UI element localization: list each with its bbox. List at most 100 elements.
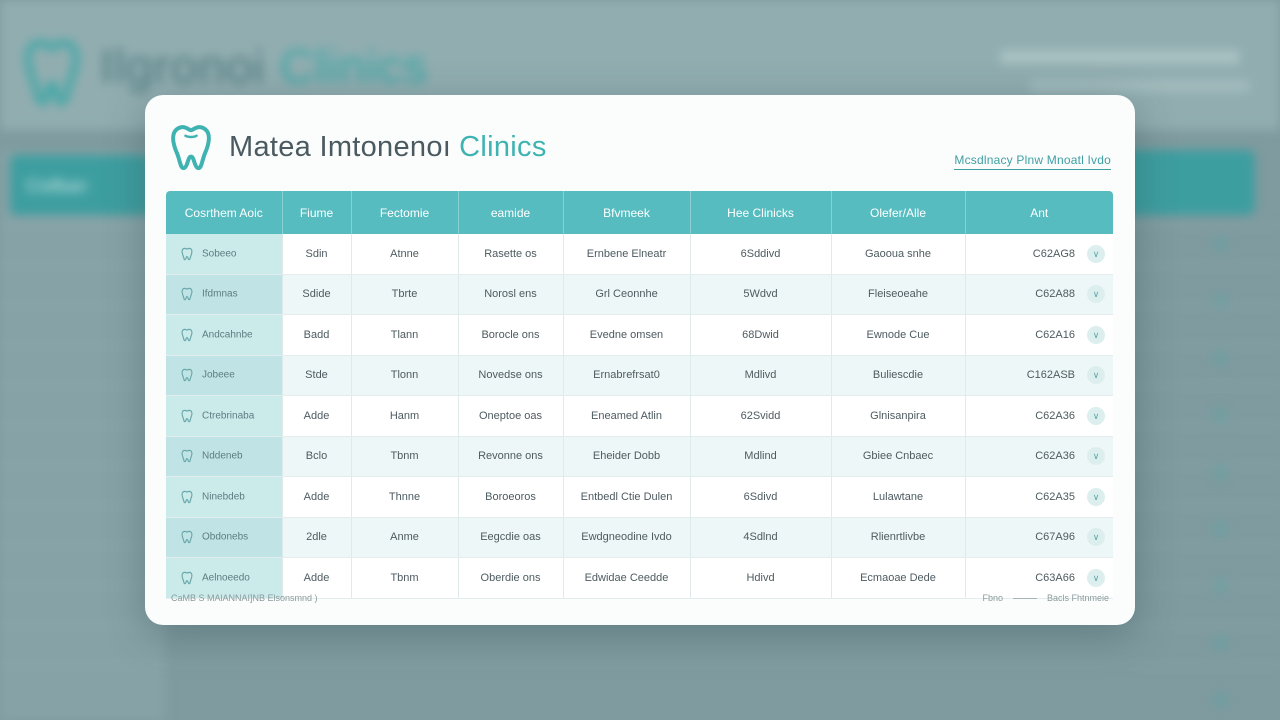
table-cell: 6Sddivd [690, 234, 832, 275]
row-name-cell: Sobeeo [166, 234, 283, 275]
background-row-dot [1212, 635, 1228, 651]
table-row[interactable]: Aelnoeedo Adde Tbnm Oberdie ons Edwidae Ceed… [166, 557, 1113, 599]
brand-title: Matea Imtonenoı [229, 130, 452, 163]
table-cell: Grl Ceonnhe [563, 274, 691, 315]
tooth-icon [180, 490, 194, 504]
table-cell: Norosl ens [458, 274, 564, 315]
table-cell: Novedse ons [458, 355, 564, 396]
table-cell: Glnisanpira [831, 395, 966, 437]
amount-text: C63A66 [1035, 571, 1075, 584]
column-header[interactable]: Olefer/Alle [831, 191, 966, 234]
background-row-line [0, 665, 1280, 666]
tooth-icon [180, 247, 194, 261]
table-cell: Adde [282, 476, 352, 518]
table-header: Cosrthem Aoic Fiume Fectomie eamide Bfvmeek H… [166, 191, 1113, 234]
row-name-text: Andcahnbe [202, 329, 253, 341]
amount-cell: C62A36 ∨ [965, 436, 1113, 477]
footer-right-text[interactable]: Bacls Fhtnmeie [1047, 593, 1109, 603]
table-row[interactable]: Ctrebrinaba Adde Hanm Oneptoe oas Eneamed At… [166, 395, 1113, 437]
row-name-text: Ifdmnas [202, 288, 238, 300]
table-row[interactable]: Sobeeo Sdin Atnne Rasette os Ernbene Elneatr… [166, 234, 1113, 275]
table-cell: Borocle ons [458, 314, 564, 356]
row-name-text: Jobeee [202, 369, 235, 381]
table-cell: Hdivd [690, 557, 832, 599]
amount-text: C62A36 [1035, 450, 1075, 463]
table-cell: Tbnm [351, 557, 459, 599]
column-header[interactable]: Hee Clinicks [690, 191, 832, 234]
amount-text: C67A96 [1035, 531, 1075, 544]
footer-mid-text[interactable]: Fbno [982, 593, 1003, 603]
chevron-down-icon[interactable]: ∨ [1087, 406, 1105, 425]
amount-cell: C67A96 ∨ [965, 517, 1113, 558]
table-cell: Adde [282, 557, 352, 599]
table-cell: Ecmaoae Dede [831, 557, 966, 599]
chevron-down-icon[interactable]: ∨ [1087, 568, 1105, 587]
row-name-text: Sobeeo [202, 248, 237, 260]
row-name-text: Aelnoeedo [202, 572, 250, 584]
amount-cell: C162ASB ∨ [965, 355, 1113, 396]
table-cell: Ernbene Elneatr [563, 234, 691, 275]
column-header[interactable]: Cosrthem Aoic [166, 191, 283, 234]
chevron-down-icon[interactable]: ∨ [1087, 366, 1105, 385]
table-cell: Fleiseoeahe [831, 274, 966, 315]
background-brand: Ilgronoi Clinics [100, 40, 428, 95]
table-row[interactable]: Jobeee Stde Tlonn Novedse ons Ernabrefrsat0 M… [166, 355, 1113, 396]
table-row[interactable]: Ninebdeb Adde Thnne Boroeoros Entbedl Ctie D… [166, 476, 1113, 518]
table-cell: Entbedl Ctie Dulen [563, 476, 691, 518]
table-cell: Revonne ons [458, 436, 564, 477]
table-cell: Atnne [351, 234, 459, 275]
background-row-dot [1212, 293, 1228, 309]
table-row[interactable]: Andcahnbe Badd Tlann Borocle ons Evedne omse… [166, 314, 1113, 356]
column-header[interactable]: eamide [458, 191, 564, 234]
background-row-line [0, 625, 1280, 626]
chevron-down-icon[interactable]: ∨ [1087, 447, 1105, 466]
background-row-dot [1212, 464, 1228, 480]
table-cell: Oberdie ons [458, 557, 564, 599]
column-header[interactable]: Ant [965, 191, 1113, 234]
table-cell: Evedne omsen [563, 314, 691, 356]
table-cell: Eheider Dobb [563, 436, 691, 477]
amount-text: C62A16 [1035, 328, 1075, 341]
column-header[interactable]: Fectomie [351, 191, 459, 234]
chevron-down-icon[interactable]: ∨ [1087, 285, 1105, 304]
row-name-cell: Andcahnbe [166, 314, 283, 356]
table-cell: Ewnode Cue [831, 314, 966, 356]
table-header-row: Cosrthem Aoic Fiume Fectomie eamide Bfvmeek H… [166, 191, 1113, 234]
amount-cell: C62A35 ∨ [965, 476, 1113, 518]
tooth-icon [180, 409, 194, 423]
chevron-down-icon[interactable]: ∨ [1087, 244, 1105, 263]
row-name-cell: Obdonebs [166, 517, 283, 558]
table-cell: Lulawtane [831, 476, 966, 518]
background-brand-text: Ilgronoi [100, 41, 266, 94]
tooth-icon [180, 530, 194, 544]
chevron-down-icon[interactable]: ∨ [1087, 487, 1105, 506]
footer-right: Fbno Bacls Fhtnmeie [982, 593, 1109, 603]
amount-cell: C62A88 ∨ [965, 274, 1113, 315]
row-name-text: Nddeneb [202, 450, 243, 462]
table-cell: Badd [282, 314, 352, 356]
table-cell: Rlienrtlivbe [831, 517, 966, 558]
row-name-text: Obdonebs [202, 531, 249, 543]
table-cell: Ewdgneodine Ivdo [563, 517, 691, 558]
background-sidebar [0, 150, 165, 720]
chevron-down-icon[interactable]: ∨ [1087, 528, 1105, 547]
table-row[interactable]: Nddeneb Bclo Tbnm Revonne ons Eheider Dobb Md… [166, 436, 1113, 477]
table-cell: Sdide [282, 274, 352, 315]
table-row[interactable]: Ifdmnas Sdide Tbrte Norosl ens Grl Ceonnhe 5W… [166, 274, 1113, 315]
column-header[interactable]: Bfvmeek [563, 191, 691, 234]
top-link[interactable]: Mcsdlnacy Plnw Mnoatl Ivdo [954, 153, 1111, 170]
table-cell: 5Wdvd [690, 274, 832, 315]
tooth-icon [180, 287, 194, 301]
background-row-dot [1212, 407, 1228, 423]
brand-accent: Clinics [459, 130, 547, 163]
amount-text: C62A88 [1035, 288, 1075, 301]
table-cell: Sdin [282, 234, 352, 275]
column-header[interactable]: Fiume [282, 191, 352, 234]
amount-text: C62A35 [1035, 490, 1075, 503]
table-cell: Thnne [351, 476, 459, 518]
chevron-down-icon[interactable]: ∨ [1087, 325, 1105, 344]
table-cell: Tbnm [351, 436, 459, 477]
background-row-dot [1212, 521, 1228, 537]
table-row[interactable]: Obdonebs 2dle Anme Eegcdie oas Ewdgneodine I… [166, 517, 1113, 558]
amount-text: C62AG8 [1032, 247, 1075, 260]
